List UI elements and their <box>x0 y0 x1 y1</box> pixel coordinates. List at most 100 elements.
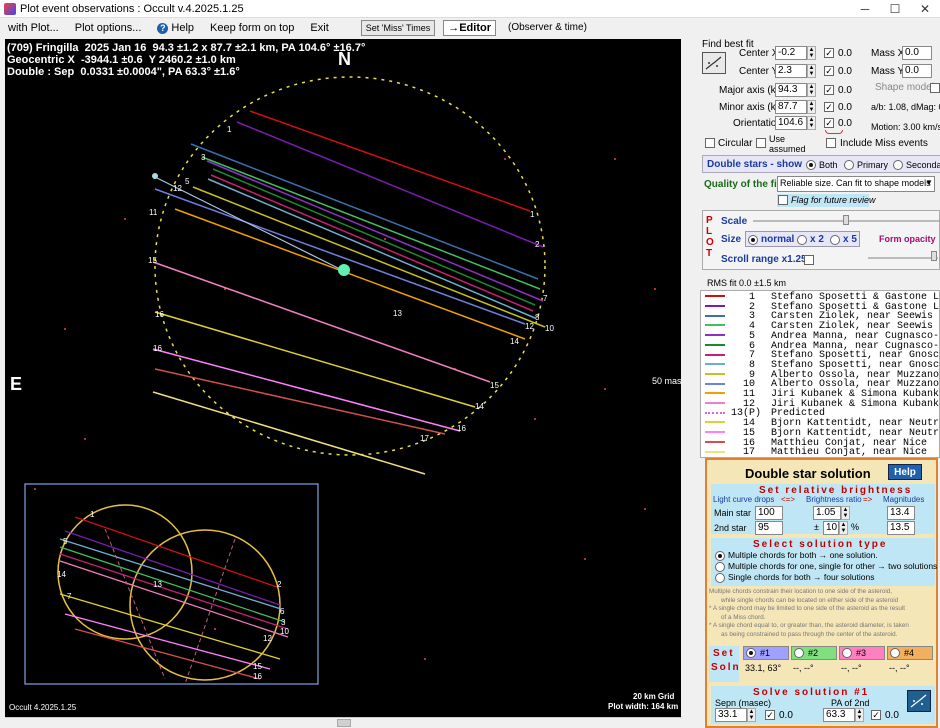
soln-radio-3[interactable] <box>842 648 852 658</box>
double-primary-radio[interactable] <box>844 160 854 170</box>
size-x2-radio[interactable] <box>797 235 807 245</box>
scroll-range-checkbox[interactable] <box>804 255 814 265</box>
set-miss-times-button[interactable]: Set 'Miss' Times <box>360 20 436 36</box>
menu-with-plot[interactable]: with Plot... <box>0 18 67 38</box>
dss-title: Double star solution <box>745 466 871 481</box>
inset-circle-primary <box>57 504 193 640</box>
center-x-input[interactable]: -0.2 <box>775 46 807 60</box>
legend-row[interactable]: 17 Matthieu Conjat, near Nice <box>705 448 927 457</box>
soln-slot-3[interactable]: #3 <box>839 646 885 660</box>
assumed-diameter-checkbox[interactable] <box>756 138 766 148</box>
editor-button[interactable]: →Editor <box>443 20 496 36</box>
flag-review-checkbox[interactable] <box>778 195 788 205</box>
include-miss-checkbox[interactable] <box>826 138 836 148</box>
soln-slot-4[interactable]: #4 <box>887 646 933 660</box>
center-x-spinner[interactable]: ▲ ▼ <box>807 46 816 60</box>
soln-type-1-radio[interactable] <box>715 551 725 561</box>
observer-time-label[interactable]: (Observer & time) <box>500 18 595 38</box>
sepn-spinner[interactable]: ▲ ▼ <box>747 708 756 722</box>
pa-input[interactable]: 63.3 <box>823 708 855 722</box>
sepn-input[interactable]: 33.1 <box>715 708 747 722</box>
soln-slot-2[interactable]: #2 <box>791 646 837 660</box>
grid-label: 20 km Grid <box>633 692 675 701</box>
double-primary-label: Primary <box>857 160 888 170</box>
chord-label: 14 <box>510 337 519 346</box>
inset-chord <box>64 613 271 670</box>
orientation-checkbox[interactable]: ✓ <box>824 118 834 128</box>
center-x-checkbox[interactable]: ✓ <box>824 48 834 58</box>
soln-type-2-radio[interactable] <box>715 562 725 572</box>
note-line-6: as being constrained to pass through the… <box>721 630 898 638</box>
predicted-start-dot <box>152 173 158 179</box>
mass-x-input[interactable]: 0.0 <box>902 46 932 60</box>
scale-slider-thumb[interactable] <box>843 215 849 225</box>
soln-type-3-radio[interactable] <box>715 573 725 583</box>
soln-radio-2[interactable] <box>794 648 804 658</box>
solve-button[interactable] <box>907 690 931 712</box>
center-y-weight: 0.0 <box>838 66 852 77</box>
pa-checkbox[interactable]: ✓ <box>871 710 881 720</box>
asteroid-outline <box>154 76 546 456</box>
find-best-fit-button[interactable] <box>702 52 726 74</box>
hscroll-thumb[interactable] <box>337 719 351 727</box>
major-axis-weight: 0.0 <box>838 85 852 96</box>
center-y-checkbox[interactable]: ✓ <box>824 66 834 76</box>
plot-area[interactable]: 1 3 5 12 11 15 16 16 1 2 7 8 10 12 14 15 14 16 17 13 1 5 14 7 2 6… <box>5 39 681 717</box>
pct-spinner[interactable]: ▲ ▼ <box>839 521 848 535</box>
scale-label: 50 mas <box>652 376 681 386</box>
menu-help[interactable]: ? Help <box>149 18 202 38</box>
scatter-dot <box>424 658 426 660</box>
size-normal-radio[interactable] <box>748 235 758 245</box>
menu-keep-on-top[interactable]: Keep form on top <box>202 18 302 38</box>
double-secondary-radio[interactable] <box>893 160 903 170</box>
dss-help-button[interactable]: Help <box>888 464 922 480</box>
second-drop-input[interactable]: 95 <box>755 521 783 535</box>
menu-plot-options[interactable]: Plot options... <box>67 18 150 38</box>
size-x5-radio[interactable] <box>830 235 840 245</box>
orientation-input[interactable]: 104.6 <box>775 116 807 130</box>
opacity-slider-thumb[interactable] <box>931 251 937 261</box>
plot-vertical-label: P L O T <box>706 215 714 259</box>
ratio-input[interactable]: 1.05 <box>813 506 841 520</box>
maximize-icon[interactable]: ☐ <box>880 0 910 18</box>
minor-axis-spinner[interactable]: ▲ ▼ <box>807 100 816 114</box>
chord-line <box>236 121 544 248</box>
ratio-spinner[interactable]: ▲ ▼ <box>841 506 850 520</box>
second-mag-input[interactable]: 13.5 <box>887 521 915 535</box>
legend-swatch <box>705 382 725 385</box>
major-axis-checkbox[interactable]: ✓ <box>824 85 834 95</box>
scatter-dot <box>84 438 86 440</box>
plot-vscrollbar[interactable] <box>683 39 693 717</box>
legend-swatch <box>705 411 725 414</box>
pct-input[interactable]: 10 <box>823 521 839 535</box>
inset-chord <box>59 560 289 638</box>
inset-axis <box>104 528 166 680</box>
soln-type-1-label: Multiple chords for both → one solution. <box>728 550 878 560</box>
plot-hscrollbar[interactable] <box>5 717 681 728</box>
major-axis-spinner[interactable]: ▲ ▼ <box>807 83 816 97</box>
shape-model-checkbox[interactable] <box>930 83 940 93</box>
soln-radio-4[interactable] <box>890 648 900 658</box>
circular-checkbox[interactable] <box>705 138 715 148</box>
quality-select[interactable]: Reliable size. Can fit to shape models <box>777 176 935 192</box>
minor-axis-input[interactable]: 87.7 <box>775 100 807 114</box>
close-icon[interactable]: ✕ <box>910 0 940 18</box>
major-axis-input[interactable]: 94.3 <box>775 83 807 97</box>
center-y-spinner[interactable]: ▲ ▼ <box>807 64 816 78</box>
double-both-radio[interactable] <box>806 160 816 170</box>
soln-radio-1[interactable] <box>746 648 756 658</box>
double-stars-bar: Double stars - show Both Primary Seconda… <box>702 155 940 173</box>
main-mag-input[interactable]: 13.4 <box>887 506 915 520</box>
center-y-input[interactable]: 2.3 <box>775 64 807 78</box>
minimize-icon[interactable]: ─ <box>850 0 880 18</box>
mass-y-input[interactable]: 0.0 <box>902 64 932 78</box>
soln-slot-1[interactable]: #1 <box>743 646 789 660</box>
main-drop-input[interactable]: 100 <box>755 506 783 520</box>
pa-spinner[interactable]: ▲ ▼ <box>855 708 864 722</box>
orientation-spinner[interactable]: ▲ ▼ <box>807 116 816 130</box>
menu-exit[interactable]: Exit <box>302 18 336 38</box>
opacity-slider[interactable] <box>868 257 938 259</box>
minor-axis-checkbox[interactable]: ✓ <box>824 102 834 112</box>
sepn-checkbox[interactable]: ✓ <box>765 710 775 720</box>
quality-dropdown-icon[interactable]: ▼ <box>925 178 933 187</box>
